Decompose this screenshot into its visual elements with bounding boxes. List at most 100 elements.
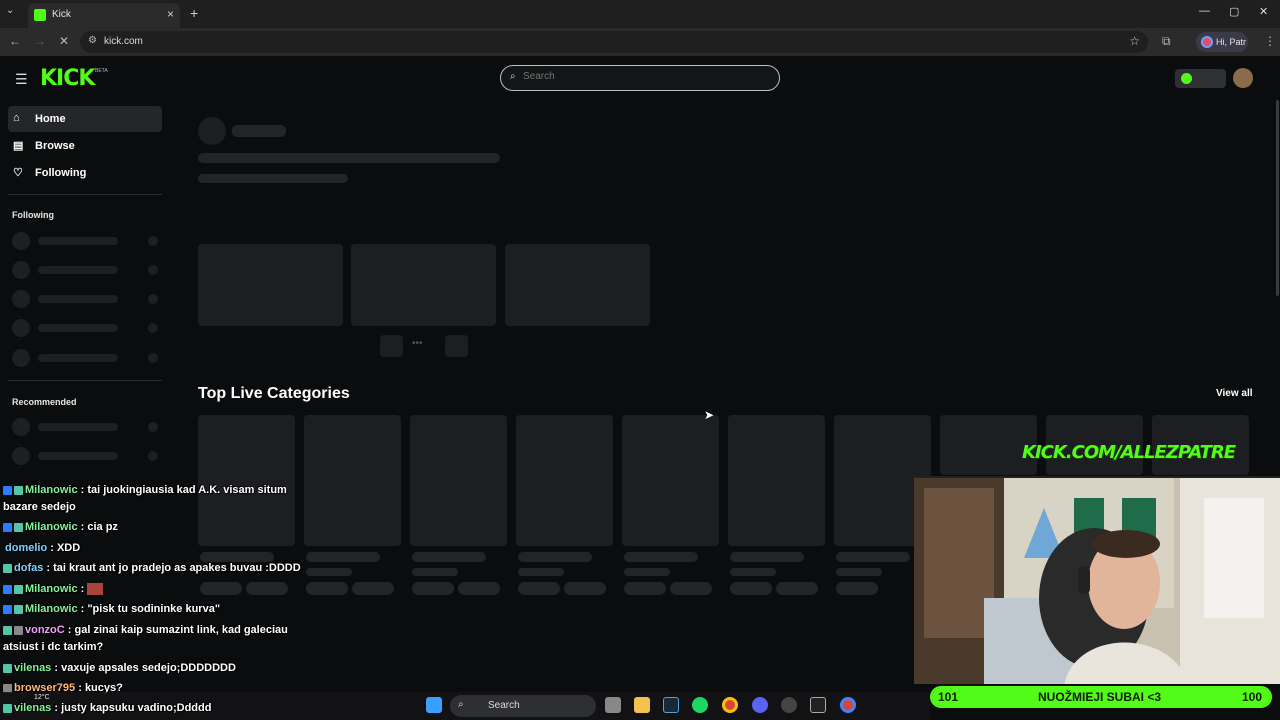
- forward-icon[interactable]: →: [34, 34, 46, 48]
- search-bar[interactable]: ⌕: [500, 65, 780, 91]
- chat-message-continuation: bazare sedejo: [3, 501, 76, 513]
- view-all-link[interactable]: View all: [1216, 388, 1253, 399]
- category-tag-skeleton: [564, 582, 606, 595]
- category-card-skeleton[interactable]: [622, 415, 719, 546]
- chat-username: Milanowic: [25, 583, 78, 595]
- badge-icon: [14, 522, 23, 532]
- close-window-icon[interactable]: ✕: [1259, 5, 1268, 18]
- carousel-card-skeleton[interactable]: [351, 244, 496, 326]
- badge-icon: [3, 604, 12, 614]
- browser-menu-icon[interactable]: ⋮: [1264, 34, 1276, 48]
- chat-username: domelio: [5, 542, 48, 554]
- chat-message: domelio : XDD: [5, 542, 80, 554]
- featured-line-skeleton: [198, 174, 348, 183]
- sidebar-item-following[interactable]: ♡ Following: [8, 160, 162, 186]
- browser-tab-kick[interactable]: Kick ×: [28, 3, 180, 28]
- user-avatar[interactable]: [1233, 68, 1253, 88]
- file-explorer-icon[interactable]: [634, 697, 650, 713]
- chat-message: vilenas : justy kapsuku vadino;Ddddd: [3, 702, 211, 714]
- category-card-skeleton[interactable]: [728, 415, 825, 546]
- taskbar-search[interactable]: ⌕ Search: [450, 695, 596, 717]
- goal-start-value: 101: [938, 690, 959, 704]
- carousel-next-button[interactable]: [445, 335, 468, 357]
- chrome-icon[interactable]: [722, 697, 738, 713]
- steam-icon[interactable]: [663, 697, 679, 713]
- new-tab-icon[interactable]: +: [190, 5, 198, 21]
- badge-icon: [14, 584, 23, 594]
- browser-tab-bar: ⌄ Kick × + — ▢ ✕: [0, 0, 1280, 28]
- profile-avatar-icon: [1201, 36, 1213, 48]
- category-viewers-skeleton: [412, 568, 458, 576]
- chat-message: vonzoC : gal zinai kaip sumazint link, k…: [3, 624, 288, 636]
- sidebar-item-label: Browse: [35, 140, 75, 152]
- close-tab-icon[interactable]: ×: [167, 7, 174, 21]
- chat-text: : gal zinai kaip sumazint link, kad gale…: [67, 624, 288, 636]
- task-view-icon[interactable]: [605, 697, 621, 713]
- carousel-card-skeleton[interactable]: [198, 244, 343, 326]
- stream-overlay-link: KICK.COM/ALLEZPATRE: [1022, 442, 1236, 463]
- site-info-icon[interactable]: ⚙: [88, 35, 97, 46]
- taskbar-search-label: Search: [488, 700, 520, 711]
- category-tag-skeleton: [458, 582, 500, 595]
- sub-goal-bar: 101 NUOŽMIEJI SUBAI <3 100: [930, 686, 1272, 708]
- search-icon: ⌕: [510, 71, 516, 82]
- category-tag-skeleton: [246, 582, 288, 595]
- tab-list-dropdown-icon[interactable]: ⌄: [6, 5, 14, 16]
- chat-username: dofas: [14, 562, 44, 574]
- featured-title-skeleton: [232, 125, 286, 137]
- category-tag-skeleton: [412, 582, 454, 595]
- badge-icon: [14, 604, 23, 614]
- windows-start-icon[interactable]: [426, 697, 442, 713]
- badge-icon: [3, 584, 12, 594]
- extensions-icon[interactable]: ⧉: [1162, 34, 1171, 49]
- spotify-icon[interactable]: [692, 697, 708, 713]
- chat-message: Milanowic :: [3, 583, 104, 596]
- sidebar-item-label: Home: [35, 113, 66, 125]
- back-icon[interactable]: ←: [9, 34, 21, 48]
- sidebar: ⌂ Home ▤ Browse ♡ Following Following Re…: [0, 98, 170, 498]
- sidebar-item-browse[interactable]: ▤ Browse: [8, 133, 162, 159]
- chat-username: Milanowic: [25, 484, 78, 496]
- chat-message: Milanowic : tai juokingiausia kad A.K. v…: [3, 484, 287, 496]
- category-name-skeleton: [730, 552, 804, 562]
- kick-points-button[interactable]: [1175, 69, 1226, 88]
- chat-username: vilenas: [14, 702, 52, 714]
- category-tag-skeleton: [776, 582, 818, 595]
- category-viewers-skeleton: [730, 568, 776, 576]
- home-icon: ⌂: [13, 112, 20, 124]
- chat-text: :: [80, 583, 85, 595]
- bookmark-star-icon[interactable]: ☆: [1129, 34, 1140, 48]
- page-scrollbar[interactable]: [1276, 100, 1279, 296]
- category-tag-skeleton: [352, 582, 394, 595]
- category-card-skeleton[interactable]: [304, 415, 401, 546]
- webcam-image: [914, 478, 1280, 684]
- stop-loading-icon[interactable]: ✕: [59, 34, 69, 48]
- chrome-active-icon[interactable]: [840, 697, 856, 713]
- badge-icon: [3, 522, 12, 532]
- beta-badge: BETA: [95, 68, 108, 74]
- sidebar-recommended-heading: Recommended: [12, 397, 77, 407]
- category-card-skeleton[interactable]: [410, 415, 507, 546]
- kick-header: ☰ KICK BETA ⌕: [0, 58, 1280, 98]
- app-icon[interactable]: [781, 697, 797, 713]
- category-card-skeleton[interactable]: [198, 415, 295, 546]
- sidebar-item-home[interactable]: ⌂ Home: [8, 106, 162, 132]
- category-viewers-skeleton: [624, 568, 670, 576]
- obs-icon[interactable]: [810, 697, 826, 713]
- address-bar[interactable]: ⚙ kick.com ☆: [80, 31, 1148, 53]
- menu-hamburger-icon[interactable]: ☰: [15, 71, 28, 88]
- kick-logo[interactable]: KICK: [40, 66, 95, 91]
- chat-username: vonzoC: [25, 624, 65, 636]
- category-name-skeleton: [306, 552, 380, 562]
- search-input[interactable]: [523, 71, 763, 82]
- chat-username: vilenas: [14, 662, 52, 674]
- maximize-icon[interactable]: ▢: [1229, 5, 1239, 18]
- carousel-prev-button[interactable]: [380, 335, 403, 357]
- category-card-skeleton[interactable]: [516, 415, 613, 546]
- carousel-card-skeleton[interactable]: [505, 244, 650, 326]
- top-live-categories-heading: Top Live Categories: [198, 385, 350, 402]
- profile-label: Hi, Patr: [1216, 37, 1247, 47]
- discord-icon[interactable]: [752, 697, 768, 713]
- minimize-icon[interactable]: —: [1199, 5, 1210, 17]
- profile-button[interactable]: Hi, Patr: [1196, 32, 1248, 52]
